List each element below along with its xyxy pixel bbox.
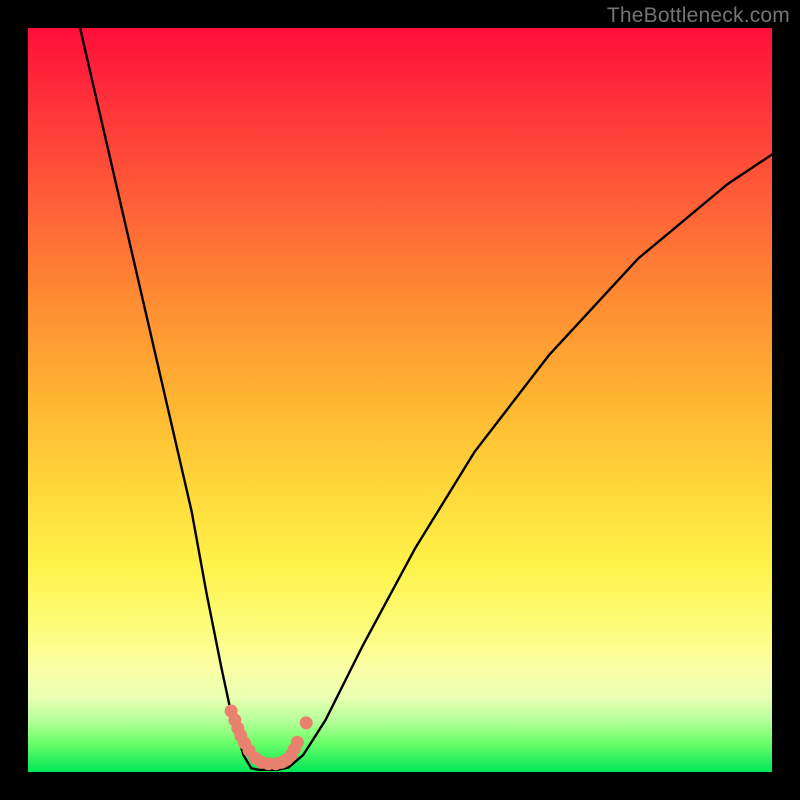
watermark-label: TheBottleneck.com — [607, 4, 790, 28]
chart-frame: TheBottleneck.com — [0, 0, 800, 800]
marker-dot — [300, 716, 313, 729]
marker-dot — [291, 736, 304, 749]
bottleneck-curve — [80, 28, 772, 770]
curve-layer — [28, 28, 772, 772]
plot-area — [28, 28, 772, 772]
